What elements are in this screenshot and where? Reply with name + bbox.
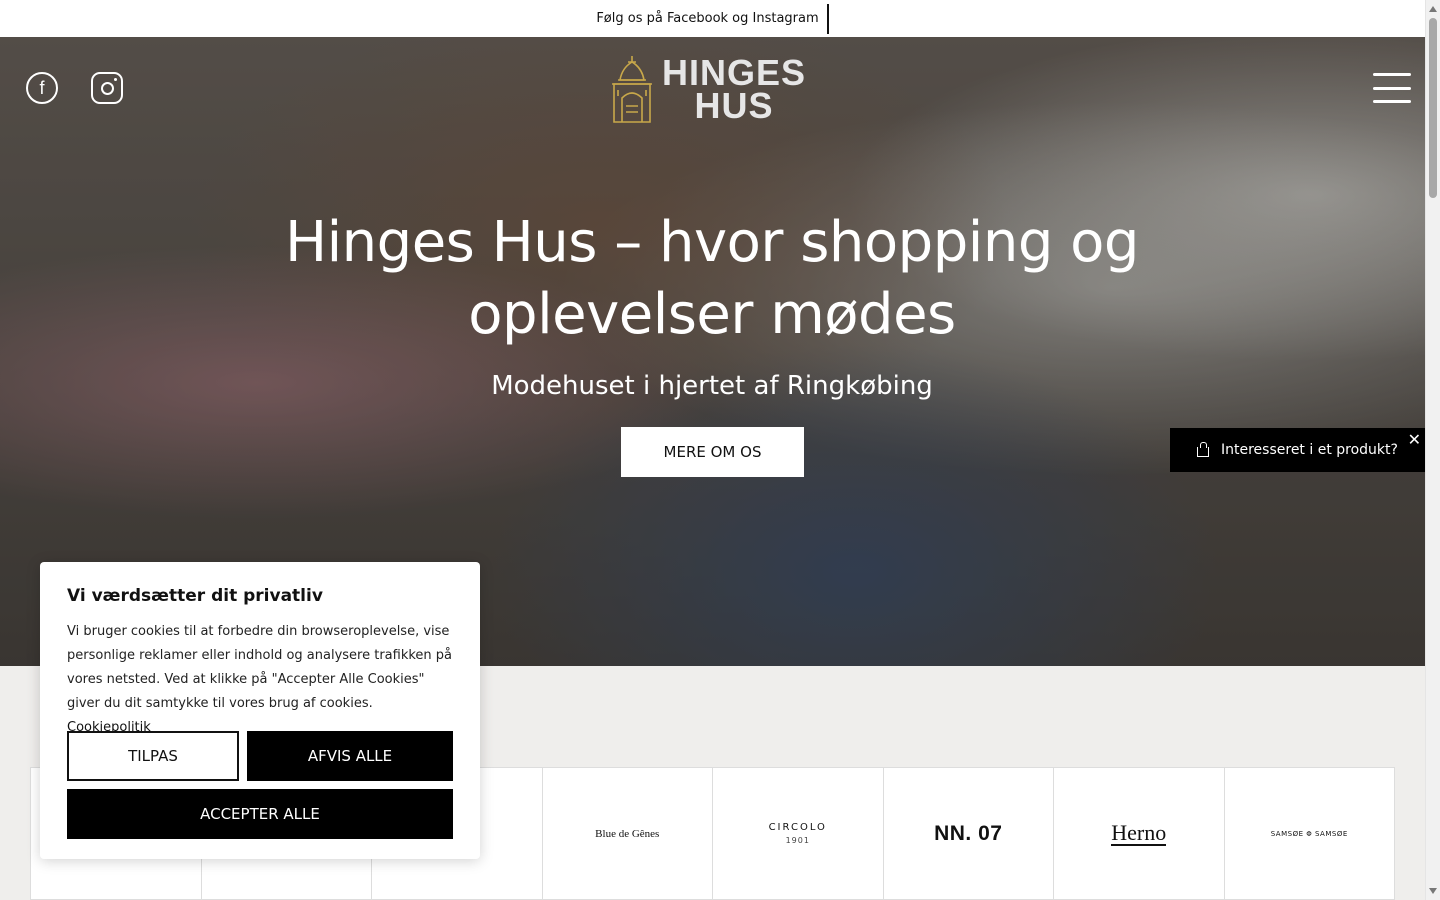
product-inquiry-label[interactable]: Interesseret i et produkt?	[1221, 442, 1398, 458]
scrollbar[interactable]	[1425, 0, 1440, 900]
facebook-icon[interactable]: f	[26, 72, 58, 104]
menu-line	[1373, 86, 1411, 90]
customize-button[interactable]: TILPAS	[67, 731, 239, 781]
menu-line	[1373, 73, 1411, 76]
instagram-icon[interactable]	[91, 72, 123, 104]
brand-logo: NN. 07	[934, 821, 1003, 845]
accept-all-button[interactable]: ACCEPTER ALLE	[67, 789, 453, 839]
instagram-dot	[114, 78, 117, 81]
close-icon[interactable]: ✕	[1408, 430, 1421, 449]
logo-line-2: HUS	[694, 85, 774, 126]
brand-logo-name: CIRCOLO	[768, 821, 827, 833]
product-inquiry-popup[interactable]: Interesseret i et produkt? ✕	[1170, 428, 1425, 472]
scroll-up-icon[interactable]	[1429, 6, 1437, 12]
brand-cell[interactable]: Blue de Gênes	[543, 768, 713, 899]
cookie-title: Vi værdsætter dit privatliv	[67, 586, 323, 606]
facebook-glyph: f	[39, 77, 45, 98]
announcement-bar: Følg os på Facebook og Instagram	[0, 0, 1425, 37]
house-icon	[612, 56, 652, 123]
cookie-consent-dialog: Vi værdsætter dit privatliv Vi bruger co…	[40, 562, 480, 859]
brand-logo: Herno	[1111, 819, 1167, 846]
cookie-text: Vi bruger cookies til at forbedre din br…	[67, 620, 453, 740]
logo-text: HINGES HUS	[662, 55, 806, 126]
menu-button[interactable]	[1373, 73, 1411, 103]
shopping-bag-icon	[1197, 442, 1209, 457]
hero-title: Hinges Hus – hvor shopping og oplevelser…	[285, 210, 1139, 347]
site-logo[interactable]: HINGES HUS	[608, 53, 813, 125]
brand-cell[interactable]: Herno	[1054, 768, 1225, 899]
hero-subtitle: Modehuset i hjertet af Ringkøbing	[491, 371, 933, 401]
brand-cell[interactable]: CIRCOLO 1901	[713, 768, 884, 899]
announcement-text[interactable]: Følg os på Facebook og Instagram	[596, 3, 829, 34]
brand-logo-sub: 1901	[785, 835, 810, 845]
brand-logo: CIRCOLO 1901	[769, 821, 827, 847]
scroll-down-icon[interactable]	[1429, 888, 1437, 894]
menu-line	[1373, 100, 1411, 103]
reject-all-button[interactable]: AFVIS ALLE	[247, 731, 453, 781]
about-us-button[interactable]: MERE OM OS	[621, 427, 804, 477]
scrollbar-thumb[interactable]	[1429, 18, 1437, 198]
brand-logo: Blue de Gênes	[595, 827, 660, 840]
brand-logo: SAMSØE Φ SAMSØE	[1270, 829, 1348, 838]
brand-cell[interactable]: SAMSØE Φ SAMSØE	[1225, 768, 1395, 899]
instagram-lens	[100, 81, 114, 95]
cookie-body: Vi bruger cookies til at forbedre din br…	[67, 624, 453, 711]
brand-cell[interactable]: NN. 07	[884, 768, 1054, 899]
